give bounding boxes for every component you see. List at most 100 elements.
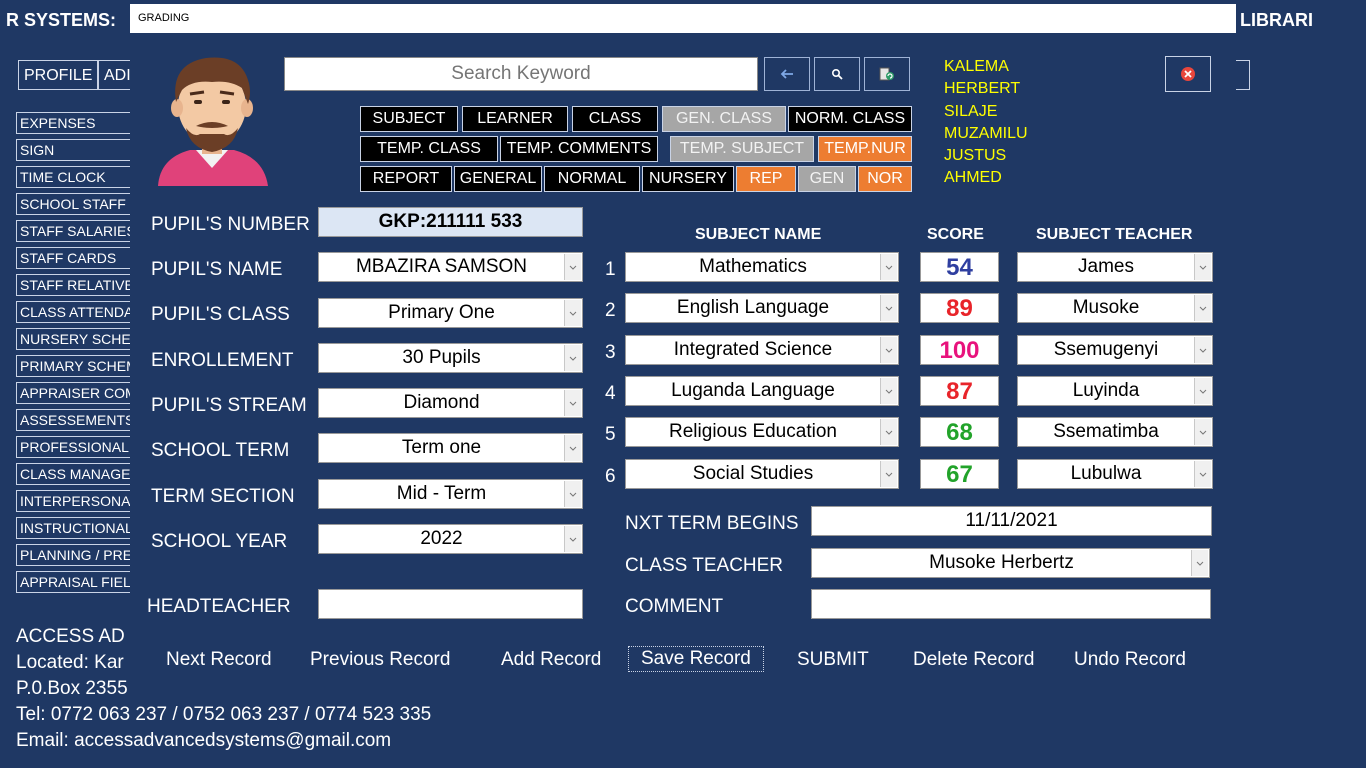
nav-button-nursery[interactable]: NURSERY xyxy=(642,166,734,192)
nav-button-report[interactable]: REPORT xyxy=(360,166,452,192)
chevron-down-icon[interactable] xyxy=(564,254,581,280)
score-field[interactable]: 87 xyxy=(920,376,999,406)
teacher-combo[interactable]: Luyinda xyxy=(1017,376,1213,406)
score-field[interactable]: 68 xyxy=(920,417,999,447)
sidebar-item[interactable]: PROFESSIONALI xyxy=(16,436,134,458)
nav-button-subject[interactable]: SUBJECT xyxy=(360,106,458,132)
subject-combo[interactable]: Luganda Language xyxy=(625,376,899,406)
chevron-down-icon[interactable] xyxy=(880,378,897,404)
sidebar-item[interactable]: STAFF RELATIVE xyxy=(16,274,134,296)
sidebar-item[interactable]: CLASS MANAGE xyxy=(16,463,134,485)
chevron-down-icon[interactable] xyxy=(564,345,581,371)
close-button[interactable] xyxy=(1165,56,1211,92)
nav-button-norm-class[interactable]: NORM. CLASS xyxy=(788,106,912,132)
score-field[interactable]: 54 xyxy=(920,252,999,282)
next-record-button[interactable]: Next Record xyxy=(166,649,272,671)
teacher-combo[interactable]: James xyxy=(1017,252,1213,282)
back-button[interactable] xyxy=(764,57,810,91)
sidebar-item[interactable]: EXPENSES xyxy=(16,112,134,134)
sidebar-item[interactable]: INSTRUCTIONAL xyxy=(16,517,134,539)
chevron-down-icon[interactable] xyxy=(880,419,897,445)
undo-record-button[interactable]: Undo Record xyxy=(1074,649,1186,671)
pupil-number-field[interactable]: GKP:211111 533 xyxy=(318,207,583,237)
nav-button-temp-class[interactable]: TEMP. CLASS xyxy=(360,136,498,162)
comment-field[interactable] xyxy=(811,589,1211,619)
admin-button[interactable]: ADI xyxy=(98,60,132,90)
nav-button-rep[interactable]: REP xyxy=(736,166,796,192)
headteacher-field[interactable] xyxy=(318,589,583,619)
score-field[interactable]: 89 xyxy=(920,293,999,323)
enrollment-combo[interactable]: 30 Pupils xyxy=(318,343,583,373)
pupil-name-combo[interactable]: MBAZIRA SAMSON xyxy=(318,252,583,282)
stream-combo[interactable]: Diamond xyxy=(318,388,583,418)
nav-button-class[interactable]: CLASS xyxy=(572,106,658,132)
chevron-down-icon[interactable] xyxy=(880,295,897,321)
sidebar-item[interactable]: PRIMARY SCHEM xyxy=(16,355,134,377)
score-field[interactable]: 100 xyxy=(920,335,999,365)
chevron-down-icon[interactable] xyxy=(1194,254,1211,280)
subject-combo[interactable]: Integrated Science xyxy=(625,335,899,365)
previous-record-button[interactable]: Previous Record xyxy=(310,649,450,671)
subject-combo[interactable]: Religious Education xyxy=(625,417,899,447)
nav-button-normal[interactable]: NORMAL xyxy=(544,166,640,192)
add-record-button[interactable]: Add Record xyxy=(501,649,601,671)
window-titlebar: GRADING xyxy=(130,4,1236,33)
chevron-down-icon[interactable] xyxy=(564,390,581,416)
delete-record-button[interactable]: Delete Record xyxy=(913,649,1034,671)
chevron-down-icon[interactable] xyxy=(1194,419,1211,445)
teacher-combo[interactable]: Ssematimba xyxy=(1017,417,1213,447)
chevron-down-icon[interactable] xyxy=(564,435,581,461)
nav-button-gen-class[interactable]: GEN. CLASS xyxy=(662,106,786,132)
sidebar-item[interactable]: STAFF SALARIES xyxy=(16,220,134,242)
teacher-combo[interactable]: Musoke xyxy=(1017,293,1213,323)
submit-button[interactable]: SUBMIT xyxy=(797,649,869,671)
sidebar-item[interactable]: ASSESSEMENTS xyxy=(16,409,134,431)
sidebar-item[interactable]: INTERPERSONA xyxy=(16,490,134,512)
score-field[interactable]: 67 xyxy=(920,459,999,489)
sidebar-item[interactable]: APPRAISAL FIEL xyxy=(16,571,134,593)
pupil-class-combo[interactable]: Primary One xyxy=(318,298,583,328)
section-combo[interactable]: Mid - Term xyxy=(318,479,583,509)
sidebar-item[interactable]: CLASS ATTENDA xyxy=(16,301,134,323)
nav-button-general[interactable]: GENERAL xyxy=(454,166,542,192)
chevron-down-icon[interactable] xyxy=(1194,378,1211,404)
class-teacher-combo[interactable]: Musoke Herbertz xyxy=(811,548,1210,578)
sidebar-item[interactable]: SCHOOL STAFF xyxy=(16,193,134,215)
refresh-button[interactable] xyxy=(864,57,910,91)
subject-combo[interactable]: Mathematics xyxy=(625,252,899,282)
term-combo[interactable]: Term one xyxy=(318,433,583,463)
chevron-down-icon[interactable] xyxy=(1191,550,1208,576)
chevron-down-icon[interactable] xyxy=(1194,337,1211,363)
nav-button-learner[interactable]: LEARNER xyxy=(462,106,568,132)
nav-button-temp-subject[interactable]: TEMP. SUBJECT xyxy=(670,136,814,162)
sidebar-item[interactable]: SIGN xyxy=(16,139,134,161)
nav-button-temp-nur[interactable]: TEMP.NUR xyxy=(818,136,912,162)
teacher-combo[interactable]: Lubulwa xyxy=(1017,459,1213,489)
teacher-combo[interactable]: Ssemugenyi xyxy=(1017,335,1213,365)
chevron-down-icon[interactable] xyxy=(1194,461,1211,487)
search-button[interactable] xyxy=(814,57,860,91)
sidebar-item[interactable]: PLANNING / PRE xyxy=(16,544,134,566)
chevron-down-icon[interactable] xyxy=(564,300,581,326)
chevron-down-icon[interactable] xyxy=(1194,295,1211,321)
nav-button-temp-comments[interactable]: TEMP. COMMENTS xyxy=(500,136,658,162)
profile-button[interactable]: PROFILE xyxy=(18,60,99,90)
chevron-down-icon[interactable] xyxy=(880,254,897,280)
save-record-button[interactable]: Save Record xyxy=(628,646,764,672)
subject-combo[interactable]: Social Studies xyxy=(625,459,899,489)
chevron-down-icon[interactable] xyxy=(880,337,897,363)
chevron-down-icon[interactable] xyxy=(564,481,581,507)
nav-button-nor[interactable]: NOR xyxy=(858,166,912,192)
nav-button-gen[interactable]: GEN xyxy=(798,166,856,192)
chevron-down-icon[interactable] xyxy=(564,526,581,552)
chevron-down-icon[interactable] xyxy=(880,461,897,487)
next-term-field[interactable]: 11/11/2021 xyxy=(811,506,1212,536)
sidebar-item[interactable]: NURSERY SCHE xyxy=(16,328,134,350)
teacher-name: Luyinda xyxy=(1072,380,1140,401)
sidebar-item[interactable]: TIME CLOCK xyxy=(16,166,134,188)
sidebar-item[interactable]: APPRAISER COM xyxy=(16,382,134,404)
year-combo[interactable]: 2022 xyxy=(318,524,583,554)
subject-combo[interactable]: English Language xyxy=(625,293,899,323)
search-input[interactable] xyxy=(284,57,758,91)
sidebar-item[interactable]: STAFF CARDS xyxy=(16,247,134,269)
